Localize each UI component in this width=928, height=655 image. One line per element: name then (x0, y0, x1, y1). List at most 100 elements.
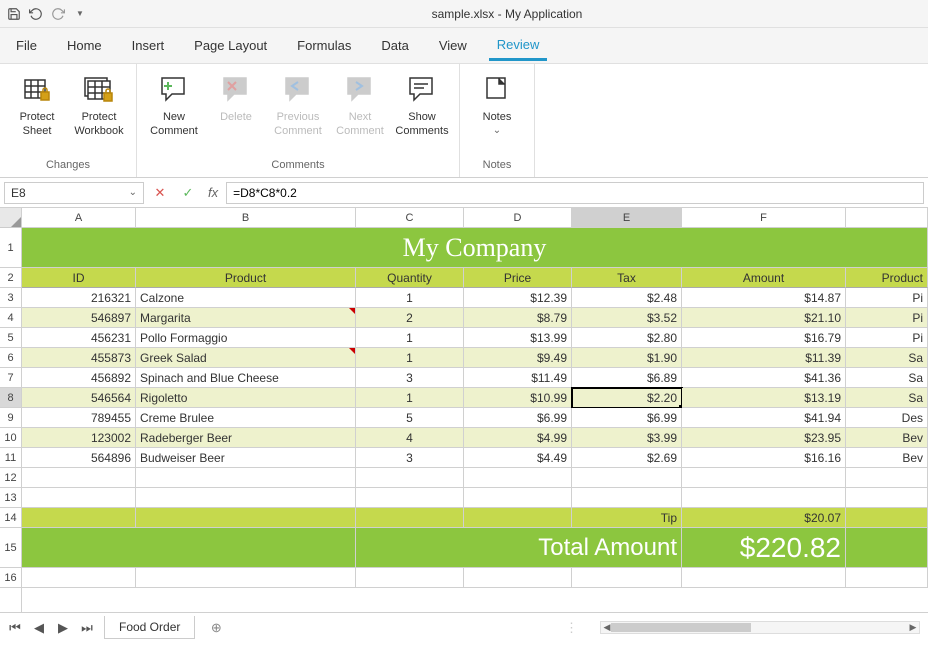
cell[interactable]: Bev (846, 448, 928, 468)
cell[interactable]: Creme Brulee (136, 408, 356, 428)
save-icon[interactable] (4, 4, 24, 24)
cell[interactable] (464, 488, 572, 508)
col-header[interactable]: F (682, 208, 846, 228)
cell[interactable]: $2.80 (572, 328, 682, 348)
menu-home[interactable]: Home (59, 32, 110, 59)
cell[interactable]: $4.99 (464, 428, 572, 448)
cell[interactable]: $13.99 (464, 328, 572, 348)
show-comments-button[interactable]: Show Comments (393, 70, 451, 141)
menu-review[interactable]: Review (489, 31, 548, 61)
cell[interactable]: 456231 (22, 328, 136, 348)
row-header[interactable]: 11 (0, 448, 21, 468)
qat-dropdown-icon[interactable]: ▼ (70, 4, 90, 24)
cell[interactable]: Pi (846, 288, 928, 308)
cell[interactable] (464, 468, 572, 488)
cell[interactable]: Product (136, 268, 356, 288)
cell[interactable]: 546564 (22, 388, 136, 408)
scroll-right-icon[interactable]: ▶ (907, 622, 919, 633)
cell[interactable]: Margarita (136, 308, 356, 328)
cell[interactable] (572, 488, 682, 508)
cell[interactable]: $6.89 (572, 368, 682, 388)
cell[interactable] (464, 568, 572, 588)
undo-icon[interactable] (26, 4, 46, 24)
row-header[interactable]: 13 (0, 488, 21, 508)
cell[interactable]: Tip (572, 508, 682, 528)
col-header[interactable]: D (464, 208, 572, 228)
cell[interactable]: $8.79 (464, 308, 572, 328)
cell[interactable] (464, 508, 572, 528)
notes-button[interactable]: Notes ⌄ (468, 70, 526, 139)
menu-page-layout[interactable]: Page Layout (186, 32, 275, 59)
cell[interactable]: $21.10 (682, 308, 846, 328)
cell[interactable] (22, 508, 136, 528)
cell[interactable] (846, 528, 928, 568)
cell[interactable]: Sa (846, 388, 928, 408)
cell[interactable]: $14.87 (682, 288, 846, 308)
menu-view[interactable]: View (431, 32, 475, 59)
cell[interactable] (22, 468, 136, 488)
cell[interactable]: Greek Salad (136, 348, 356, 368)
next-sheet-button[interactable]: ▶ (52, 617, 74, 639)
cell[interactable]: Bev (846, 428, 928, 448)
cell[interactable]: $6.99 (572, 408, 682, 428)
cell[interactable]: $41.36 (682, 368, 846, 388)
cell[interactable]: 123002 (22, 428, 136, 448)
cancel-formula-button[interactable]: ✕ (148, 182, 172, 204)
menu-formulas[interactable]: Formulas (289, 32, 359, 59)
cell[interactable] (136, 468, 356, 488)
cell[interactable]: 455873 (22, 348, 136, 368)
cell[interactable]: Quantity (356, 268, 464, 288)
row-header[interactable]: 2 (0, 268, 21, 288)
chevron-down-icon[interactable]: ⌄ (129, 187, 137, 198)
fx-label[interactable]: fx (204, 185, 222, 200)
cell[interactable] (846, 468, 928, 488)
cell[interactable] (22, 528, 356, 568)
cell[interactable]: 216321 (22, 288, 136, 308)
cell[interactable]: Sa (846, 368, 928, 388)
row-header[interactable]: 3 (0, 288, 21, 308)
cell[interactable] (136, 568, 356, 588)
col-header[interactable]: C (356, 208, 464, 228)
cell[interactable]: $23.95 (682, 428, 846, 448)
cell[interactable]: Rigoletto (136, 388, 356, 408)
col-header[interactable]: B (136, 208, 356, 228)
cell[interactable]: $16.16 (682, 448, 846, 468)
cell[interactable]: Spinach and Blue Cheese (136, 368, 356, 388)
cell[interactable]: 1 (356, 348, 464, 368)
row-header[interactable]: 7 (0, 368, 21, 388)
new-comment-button[interactable]: New Comment (145, 70, 203, 141)
cell[interactable]: $41.94 (682, 408, 846, 428)
cell[interactable] (682, 488, 846, 508)
cell[interactable]: Pi (846, 308, 928, 328)
cell-reference-box[interactable]: E8 ⌄ (4, 182, 144, 204)
cell[interactable] (22, 568, 136, 588)
cell[interactable]: 564896 (22, 448, 136, 468)
first-sheet-button[interactable]: ⏮ (4, 617, 26, 639)
total-value-cell[interactable]: $220.82 (682, 528, 846, 568)
cell[interactable] (682, 468, 846, 488)
row-header[interactable]: 12 (0, 468, 21, 488)
row-header[interactable]: 8 (0, 388, 21, 408)
cell[interactable]: $11.39 (682, 348, 846, 368)
cell[interactable] (356, 488, 464, 508)
add-sheet-button[interactable]: ⊕ (205, 617, 227, 639)
cell[interactable]: Pi (846, 328, 928, 348)
cell[interactable]: $13.19 (682, 388, 846, 408)
cell[interactable]: 1 (356, 388, 464, 408)
cell[interactable]: 4 (356, 428, 464, 448)
cell[interactable]: Price (464, 268, 572, 288)
cell[interactable] (682, 568, 846, 588)
confirm-formula-button[interactable]: ✓ (176, 182, 200, 204)
cell[interactable]: Calzone (136, 288, 356, 308)
col-header[interactable] (846, 208, 928, 228)
cell[interactable] (136, 508, 356, 528)
cell[interactable]: Sa (846, 348, 928, 368)
cell[interactable]: $10.99 (464, 388, 572, 408)
row-header[interactable]: 10 (0, 428, 21, 448)
cell[interactable] (356, 508, 464, 528)
splitter-handle[interactable]: ⋮ (545, 620, 600, 636)
row-header[interactable]: 4 (0, 308, 21, 328)
row-header[interactable]: 1 (0, 228, 21, 268)
menu-insert[interactable]: Insert (124, 32, 173, 59)
col-header[interactable]: A (22, 208, 136, 228)
